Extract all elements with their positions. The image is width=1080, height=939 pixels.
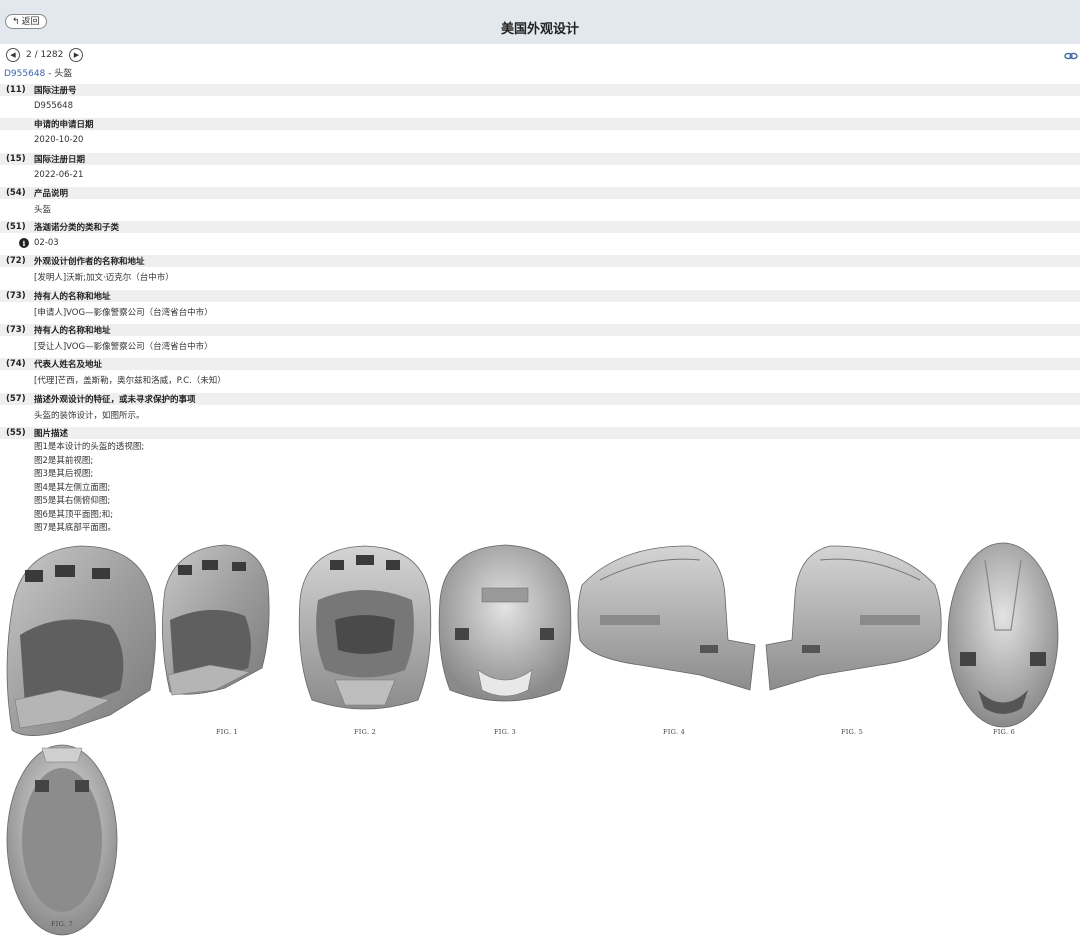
field-picture-description: (55) 图片描述 图1是本设计的头盔的透视图; 图2是其前视图; 图3是其后视图… bbox=[0, 427, 1080, 536]
field-code: (54) bbox=[6, 187, 26, 198]
field-value: 2020-10-20 bbox=[34, 135, 84, 146]
figure-1-large[interactable] bbox=[6, 545, 156, 736]
description-lines: 图1是本设计的头盔的透视图; 图2是其前视图; 图3是其后视图; 图4是其左侧立… bbox=[0, 441, 1080, 536]
description-line: 图1是本设计的头盔的透视图; bbox=[34, 442, 145, 452]
field-value: i 02-03 bbox=[0, 233, 1080, 253]
field-value: D955648 bbox=[34, 101, 73, 111]
description-line: 图5是其右侧俯仰图; bbox=[34, 496, 111, 506]
description-line: 图6是其顶平面图;和; bbox=[34, 509, 114, 520]
description-line: 图2是其前视图; bbox=[34, 455, 94, 466]
field-code: (11) bbox=[6, 85, 26, 95]
figure-label: FIG. 7 bbox=[51, 920, 74, 928]
field-label: 持有人的名称和地址 bbox=[34, 326, 111, 337]
field-value: [代理]芒西，盖斯勒，奥尔兹和洛威，P.C.（未知） bbox=[34, 376, 226, 387]
field-representative: (74) 代表人姓名及地址 [代理]芒西，盖斯勒，奥尔兹和洛威，P.C.（未知） bbox=[0, 358, 1080, 392]
field-features: (57) 描述外观设计的特征，或未寻求保护的事项 头盔的装饰设计，如图所示。 bbox=[0, 392, 1080, 427]
figure-3[interactable] bbox=[438, 544, 572, 702]
figure-label: FIG. 3 bbox=[494, 728, 517, 736]
field-code: (73) bbox=[6, 290, 26, 301]
field-label: 代表人姓名及地址 bbox=[34, 360, 103, 371]
field-code: (73) bbox=[6, 325, 26, 336]
figure-gallery: FIG. 1 FIG. 2 FIG. 3 FIG. 4 FIG. 5 FIG. … bbox=[0, 540, 1080, 939]
record-separator: - bbox=[45, 69, 55, 79]
record-number[interactable]: D955648 bbox=[4, 69, 45, 79]
figure-5[interactable] bbox=[765, 545, 942, 691]
field-label: 申请的申请日期 bbox=[34, 120, 94, 131]
field-code: (51) bbox=[6, 222, 26, 233]
figure-7[interactable] bbox=[6, 744, 118, 936]
link-icon[interactable] bbox=[1064, 51, 1078, 61]
field-label: 描述外观设计的特征，或未寻求保护的事项 bbox=[34, 394, 196, 405]
figure-2[interactable] bbox=[298, 545, 432, 710]
page-title: 美国外观设计 bbox=[500, 22, 579, 37]
field-holder-assignee: (73) 持有人的名称和地址 [受让人]VOG—影像警察公司（台湾省台中市） bbox=[0, 324, 1080, 358]
field-list: (11) 国际注册号 D955648 申请的申请日期 2020-10-20 (15… bbox=[0, 84, 1080, 427]
next-button[interactable]: ▶ bbox=[69, 48, 84, 62]
info-icon[interactable]: i bbox=[19, 238, 29, 249]
field-registration-number: (11) 国际注册号 D955648 bbox=[0, 84, 1080, 118]
field-code: (15) bbox=[6, 153, 26, 164]
description-line: 图4是其左侧立面图; bbox=[34, 482, 111, 493]
field-label: 国际注册号 bbox=[34, 86, 77, 96]
field-label: 图片描述 bbox=[34, 429, 69, 439]
chevron-left-icon: ◀ bbox=[10, 51, 16, 59]
field-label: 外观设计创作者的名称和地址 bbox=[34, 257, 145, 268]
field-code: (55) bbox=[6, 428, 26, 438]
field-value: [申请人]VOG—影像警察公司（台湾省台中市） bbox=[34, 307, 213, 318]
description-line: 图7是其底部平面图。 bbox=[34, 523, 116, 533]
field-creator: (72) 外观设计创作者的名称和地址 [发明人]沃斯;加文·迈克尔（台中市） bbox=[0, 255, 1080, 289]
field-label: 洛迦诺分类的类和子类 bbox=[34, 223, 120, 234]
record-title: D955648 - 头盔 bbox=[4, 66, 72, 79]
field-label: 国际注册日期 bbox=[34, 154, 86, 165]
field-application-date: 申请的申请日期 2020-10-20 bbox=[0, 118, 1080, 152]
figure-label: FIG. 2 bbox=[354, 728, 377, 736]
record-name: 头盔 bbox=[54, 69, 73, 79]
figure-drawings bbox=[6, 542, 1059, 936]
prev-button[interactable]: ◀ bbox=[6, 48, 20, 62]
field-value-text: 02-03 bbox=[34, 238, 59, 249]
figure-label: FIG. 6 bbox=[993, 728, 1016, 736]
pager: ◀ 2 / 1282 ▶ bbox=[6, 47, 84, 63]
figure-label: FIG. 5 bbox=[841, 728, 864, 736]
top-bar: ↰ 返回 美国外观设计 bbox=[0, 0, 1080, 44]
field-locarno-class: (51) 洛迦诺分类的类和子类 i 02-03 bbox=[0, 221, 1080, 255]
figure-label: FIG. 4 bbox=[663, 728, 686, 736]
field-code: (57) bbox=[6, 393, 26, 404]
field-code: (74) bbox=[6, 359, 26, 370]
field-value: [发明人]沃斯;加文·迈克尔（台中市） bbox=[34, 273, 174, 284]
field-value: 头盔的装饰设计，如图所示。 bbox=[34, 410, 145, 421]
field-value: 2022-06-21 bbox=[34, 169, 84, 180]
chevron-right-icon: ▶ bbox=[73, 51, 80, 59]
field-holder-applicant: (73) 持有人的名称和地址 [申请人]VOG—影像警察公司（台湾省台中市） bbox=[0, 289, 1080, 324]
field-value: [受让人]VOG—影像警察公司（台湾省台中市） bbox=[34, 342, 213, 353]
field-value: 头盔 bbox=[34, 204, 52, 215]
description-line: 图3是其后视图; bbox=[34, 469, 94, 479]
figure-4[interactable] bbox=[577, 545, 756, 691]
field-code: (72) bbox=[6, 256, 26, 267]
figure-6[interactable] bbox=[947, 542, 1059, 728]
pager-count: 2 / 1282 bbox=[26, 50, 64, 60]
field-label: 持有人的名称和地址 bbox=[34, 291, 111, 302]
field-product-description: (54) 产品说明 头盔 bbox=[0, 186, 1080, 221]
figure-1[interactable] bbox=[162, 544, 270, 696]
field-registration-date: (15) 国际注册日期 2022-06-21 bbox=[0, 152, 1080, 187]
figure-label: FIG. 1 bbox=[216, 728, 239, 736]
field-label: 产品说明 bbox=[34, 188, 69, 199]
